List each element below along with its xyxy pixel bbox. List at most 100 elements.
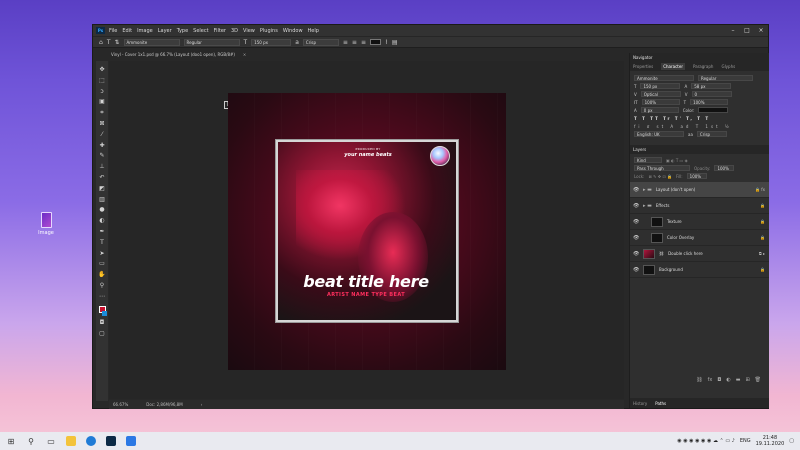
menu-plugins[interactable]: Plugins (260, 28, 278, 34)
type-tool-icon[interactable]: T (107, 39, 111, 46)
tray-icons[interactable]: ◉ ◉ ◉ ◉ ◉ ◉ ☁ ⌃ ▭ ♪ (677, 438, 735, 444)
path-select-icon[interactable]: ➤ (98, 249, 106, 258)
more-tools-icon[interactable]: ⋯ (98, 292, 106, 301)
adjustment-icon[interactable]: ◐ (726, 377, 730, 386)
gradient-tool-icon[interactable]: ▥ (98, 195, 106, 204)
photoshop-taskbar-icon[interactable] (104, 434, 118, 448)
char-tracking[interactable]: 0 (691, 91, 732, 97)
hand-tool-icon[interactable]: ✋ (98, 270, 106, 279)
close-tab-icon[interactable]: × (243, 52, 246, 57)
menu-type[interactable]: Type (177, 28, 188, 34)
maximize-icon[interactable]: □ (740, 27, 754, 34)
layer-row[interactable]: 👁 ⛓ Double click here ⧉ ▸ (630, 246, 769, 262)
align-center-icon[interactable]: ≡ (352, 39, 357, 46)
background-color-swatch[interactable] (102, 311, 107, 317)
tab-history[interactable]: History (633, 401, 647, 406)
healing-brush-icon[interactable]: ✚ (98, 141, 106, 150)
blur-tool-icon[interactable]: ● (98, 205, 106, 214)
rectangle-tool-icon[interactable]: ▭ (98, 259, 106, 268)
zoom-level[interactable]: 66.67% (113, 402, 128, 407)
marquee-tool-icon[interactable]: ⬚ (98, 76, 106, 85)
lock-icons[interactable]: ⊠ ✎ ✥ ⊡ 🔒 (648, 174, 671, 179)
layer-row[interactable]: 👁 Background 🔒 (630, 262, 769, 278)
char-font-family[interactable]: Ammonite (634, 75, 694, 81)
warp-text-icon[interactable]: ⌇ (385, 39, 388, 46)
clock[interactable]: 21:48 19.11.2020 (756, 435, 785, 447)
search-icon[interactable]: ⚲ (24, 434, 38, 448)
font-size-select[interactable]: 150 px (251, 38, 292, 46)
layer-row[interactable]: 👁 ▸ ▬ Layout (don't open) 🔒 fx (630, 182, 769, 198)
frame-tool-icon[interactable]: ⊠ (98, 119, 106, 128)
opacity-field[interactable]: 100% (714, 165, 735, 171)
canvas-area[interactable]: I PRODUCED BY your name beats beat title… (109, 61, 624, 399)
album-cover[interactable]: PRODUCED BY your name beats beat title h… (276, 140, 458, 322)
text-color-swatch[interactable] (369, 39, 381, 45)
align-left-icon[interactable]: ≡ (343, 39, 348, 46)
brush-tool-icon[interactable]: ✎ (98, 151, 106, 160)
crop-tool-icon[interactable]: ⌗ (98, 108, 106, 117)
pen-tool-icon[interactable]: ✒ (98, 227, 106, 236)
layers-header[interactable]: Layers (630, 145, 769, 154)
language-indicator[interactable]: ENG (740, 438, 751, 444)
align-right-icon[interactable]: ≡ (361, 39, 366, 46)
text-orientation-icon[interactable]: ⇅ (114, 39, 119, 46)
menu-help[interactable]: Help (308, 28, 319, 34)
menu-select[interactable]: Select (193, 28, 208, 34)
eye-icon[interactable]: 👁 (633, 187, 639, 193)
status-arrow-icon[interactable]: › (201, 402, 203, 407)
character-panel-icon[interactable]: ▤ (392, 39, 398, 46)
menu-view[interactable]: View (243, 28, 255, 34)
tab-paths[interactable]: Paths (655, 401, 666, 406)
char-font-style[interactable]: Regular (698, 75, 753, 81)
artboard[interactable]: PRODUCED BY your name beats beat title h… (228, 93, 506, 370)
zoom-tool-icon[interactable]: ⚲ (98, 281, 106, 290)
lasso-tool-icon[interactable]: ↄ (98, 87, 106, 96)
browser-icon[interactable] (84, 434, 98, 448)
opentype-buttons[interactable]: fi ơ st A ad T 1st ½ (634, 122, 765, 130)
char-leading[interactable]: 58 px (691, 83, 732, 89)
menu-file[interactable]: File (109, 28, 117, 34)
layer-row[interactable]: 👁 Color Overlay 🔒 (630, 230, 769, 246)
move-tool-icon[interactable]: ✥ (98, 65, 106, 74)
font-style-select[interactable]: Regular (183, 38, 240, 46)
layer-filter-kind[interactable]: Kind (634, 157, 662, 163)
layer-row[interactable]: 👁 Texture 🔒 (630, 214, 769, 230)
blend-mode-select[interactable]: Pass Through (634, 165, 690, 171)
menu-3d[interactable]: 3D (231, 28, 238, 34)
char-color-swatch[interactable] (698, 107, 729, 113)
char-hscale[interactable]: 100% (690, 99, 729, 105)
notification-icon[interactable]: ▢ (789, 438, 794, 444)
menu-layer[interactable]: Layer (158, 28, 172, 34)
history-brush-icon[interactable]: ↶ (98, 173, 106, 182)
close-icon[interactable]: × (754, 27, 768, 34)
file-explorer-icon[interactable] (64, 434, 78, 448)
eye-icon[interactable]: 👁 (633, 267, 639, 273)
char-vscale[interactable]: 100% (641, 99, 680, 105)
task-view-icon[interactable]: ▭ (44, 434, 58, 448)
filter-icons[interactable]: ▣ ◐ T ▭ ◈ (666, 158, 688, 163)
tab-properties[interactable]: Properties (633, 64, 653, 69)
tab-glyphs[interactable]: Glyphs (721, 64, 735, 69)
link-layers-icon[interactable]: ⛓ (696, 377, 702, 386)
layer-row[interactable]: 👁 ▸ ▬ Effects 🔒 (630, 198, 769, 214)
eye-icon[interactable]: 👁 (633, 235, 639, 241)
eraser-tool-icon[interactable]: ◩ (98, 184, 106, 193)
eyedropper-tool-icon[interactable]: ⁄ (98, 130, 106, 139)
document-tab[interactable]: Vinyl - Cover 1x1.psd @ 66.7% (Layout (d… (106, 50, 252, 59)
fx-icon[interactable]: fx (708, 377, 713, 386)
minimize-icon[interactable]: – (726, 27, 740, 34)
type-tool-icon[interactable]: T (98, 238, 106, 247)
new-group-icon[interactable]: ▬ (736, 377, 741, 386)
antialias-select[interactable]: Crisp (302, 38, 339, 46)
menu-window[interactable]: Window (283, 28, 303, 34)
clone-stamp-icon[interactable]: ⊥ (98, 162, 106, 171)
char-baseline[interactable]: 0 px (640, 107, 679, 113)
mask-icon[interactable]: ◘ (717, 377, 721, 386)
eye-icon[interactable]: 👁 (633, 251, 639, 257)
tab-paragraph[interactable]: Paragraph (693, 64, 714, 69)
app-taskbar-icon[interactable] (124, 434, 138, 448)
menu-image[interactable]: Image (137, 28, 153, 34)
quick-mask-icon[interactable]: ◘ (98, 318, 106, 327)
font-family-select[interactable]: Ammonite (123, 38, 180, 46)
char-kerning[interactable]: Optical (640, 91, 681, 97)
